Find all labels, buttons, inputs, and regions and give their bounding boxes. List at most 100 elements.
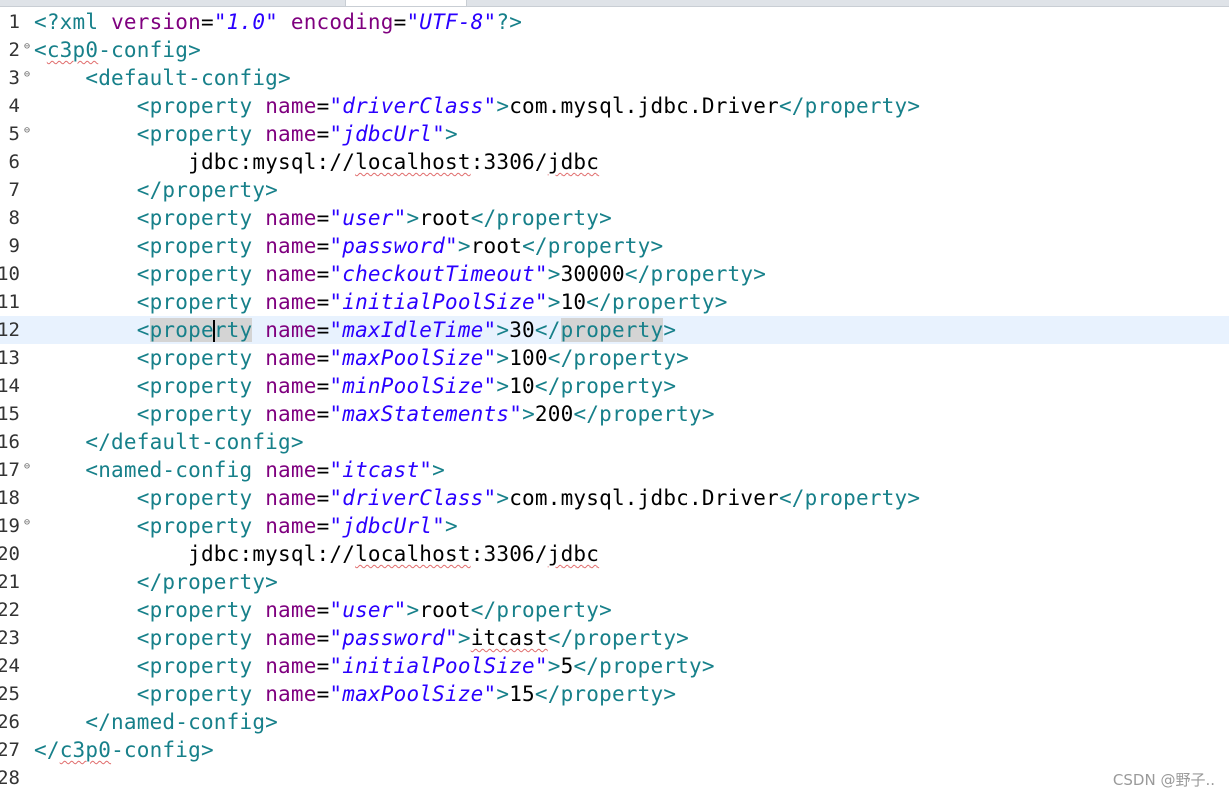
line-number-gutter: 10 [0,260,32,288]
code-text[interactable]: <property name="user">root</property> [34,596,612,624]
code-text[interactable]: <property name="jdbcUrl"> [34,512,458,540]
fold-collapse-icon[interactable]: ⊖ [24,462,30,472]
line-number: 2 [8,39,20,61]
line-number-gutter: 9 [0,232,32,260]
line-number-gutter: 4 [0,92,32,120]
code-text[interactable]: <default-config> [34,64,291,92]
code-text[interactable]: </property> [34,176,278,204]
active-editor-tab[interactable] [345,0,467,6]
line-number: 25 [0,683,20,705]
line-number-gutter: 21 [0,568,32,596]
line-number: 16 [0,431,20,453]
line-number: 27 [0,739,20,761]
editor-tab-strip[interactable] [0,0,1229,7]
line-number-gutter: 17 ⊖ [0,456,32,484]
code-text[interactable]: <property name="checkoutTimeout">30000</… [34,260,766,288]
line-number-gutter: 15 [0,400,32,428]
code-text[interactable]: <property name="maxPoolSize">15</propert… [34,680,676,708]
code-text[interactable]: <property name="driverClass">com.mysql.j… [34,484,920,512]
code-line[interactable]: 10 <property name="checkoutTimeout">3000… [0,260,1229,288]
line-number: 21 [0,571,20,593]
code-text[interactable]: </default-config> [34,428,304,456]
line-number-gutter: 28 [0,764,32,792]
code-editor[interactable]: 1 <?xml version="1.0" encoding="UTF-8"?> 2… [0,8,1229,798]
code-text[interactable]: <property name="password">itcast</proper… [34,624,689,652]
line-number-gutter: 3 ⊖ [0,64,32,92]
code-line[interactable]: 27 </c3p0-config> [0,736,1229,764]
code-line[interactable]: 21 </property> [0,568,1229,596]
line-number: 10 [0,263,20,285]
code-text[interactable]: <property name="driverClass">com.mysql.j… [34,92,920,120]
code-line[interactable]: 28 [0,764,1229,792]
line-number: 24 [0,655,20,677]
code-line[interactable]: 15 <property name="maxStatements">200</p… [0,400,1229,428]
code-line[interactable]: 18 <property name="driverClass">com.mysq… [0,484,1229,512]
code-line[interactable]: 14 <property name="minPoolSize">10</prop… [0,372,1229,400]
line-number: 11 [0,291,20,313]
line-number-gutter: 24 [0,652,32,680]
code-line[interactable]: 17 ⊖ <named-config name="itcast"> [0,456,1229,484]
code-line[interactable]: 16 </default-config> [0,428,1229,456]
line-number-gutter: 5 ⊖ [0,120,32,148]
code-text[interactable]: <property name="initialPoolSize">10</pro… [34,288,728,316]
code-text[interactable]: </c3p0-config> [34,736,214,764]
line-number-gutter: 27 [0,736,32,764]
code-line[interactable]: 4 <property name="driverClass">com.mysql… [0,92,1229,120]
line-number-gutter: 8 [0,204,32,232]
code-line[interactable]: 3 ⊖ <default-config> [0,64,1229,92]
code-line[interactable]: 23 <property name="password">itcast</pro… [0,624,1229,652]
code-text[interactable]: <property name="minPoolSize">10</propert… [34,372,676,400]
code-line[interactable]: 6 jdbc:mysql://localhost:3306/jdbc [0,148,1229,176]
code-line[interactable]: 26 </named-config> [0,708,1229,736]
code-line[interactable]: 20 jdbc:mysql://localhost:3306/jdbc [0,540,1229,568]
line-number: 20 [0,543,20,565]
fold-collapse-icon[interactable]: ⊖ [24,42,30,52]
code-line[interactable]: 7 </property> [0,176,1229,204]
line-number: 14 [0,375,20,397]
code-text[interactable]: <c3p0-config> [34,36,201,64]
line-number: 13 [0,347,20,369]
code-text[interactable]: <named-config name="itcast"> [34,456,445,484]
code-line[interactable]: 24 <property name="initialPoolSize">5</p… [0,652,1229,680]
watermark: CSDN @野子.. [1112,771,1215,789]
code-text[interactable]: jdbc:mysql://localhost:3306/jdbc [34,540,599,568]
code-text[interactable]: jdbc:mysql://localhost:3306/jdbc [34,148,599,176]
line-number-gutter: 23 [0,624,32,652]
code-line[interactable]: 22 <property name="user">root</property> [0,596,1229,624]
code-line[interactable]: 12 <property name="maxIdleTime">30</prop… [0,316,1229,344]
code-line[interactable]: 9 <property name="password">root</proper… [0,232,1229,260]
line-number: 9 [8,235,20,257]
code-text[interactable]: </property> [34,568,278,596]
line-number-gutter: 2 ⊖ [0,36,32,64]
line-number: 17 [0,459,20,481]
code-text[interactable]: <property name="password">root</property… [34,232,663,260]
code-text[interactable]: <property name="maxIdleTime">30</propert… [34,316,676,344]
code-text[interactable]: <property name="initialPoolSize">5</prop… [34,652,715,680]
code-text[interactable]: <?xml version="1.0" encoding="UTF-8"?> [34,8,522,36]
code-line[interactable]: 13 <property name="maxPoolSize">100</pro… [0,344,1229,372]
fold-collapse-icon[interactable]: ⊖ [24,126,30,136]
line-number: 26 [0,711,20,733]
line-number: 8 [8,207,20,229]
code-line[interactable]: 2 ⊖ <c3p0-config> [0,36,1229,64]
fold-collapse-icon[interactable]: ⊖ [24,518,30,528]
code-line[interactable]: 11 <property name="initialPoolSize">10</… [0,288,1229,316]
code-text[interactable]: <property name="maxPoolSize">100</proper… [34,344,689,372]
line-number: 4 [8,95,20,117]
line-number: 6 [8,151,20,173]
code-text[interactable]: <property name="jdbcUrl"> [34,120,458,148]
code-line[interactable]: 19 ⊖ <property name="jdbcUrl"> [0,512,1229,540]
code-line[interactable]: 5 ⊖ <property name="jdbcUrl"> [0,120,1229,148]
line-number-gutter: 6 [0,148,32,176]
fold-collapse-icon[interactable]: ⊖ [24,70,30,80]
code-line[interactable]: 25 <property name="maxPoolSize">15</prop… [0,680,1229,708]
line-number-gutter: 18 [0,484,32,512]
line-number: 12 [0,319,20,341]
code-line[interactable]: 8 <property name="user">root</property> [0,204,1229,232]
line-number-gutter: 16 [0,428,32,456]
code-text[interactable]: <property name="maxStatements">200</prop… [34,400,715,428]
code-text[interactable]: <property name="user">root</property> [34,204,612,232]
code-text[interactable]: </named-config> [34,708,278,736]
code-line[interactable]: 1 <?xml version="1.0" encoding="UTF-8"?> [0,8,1229,36]
line-number-gutter: 12 [0,316,32,344]
